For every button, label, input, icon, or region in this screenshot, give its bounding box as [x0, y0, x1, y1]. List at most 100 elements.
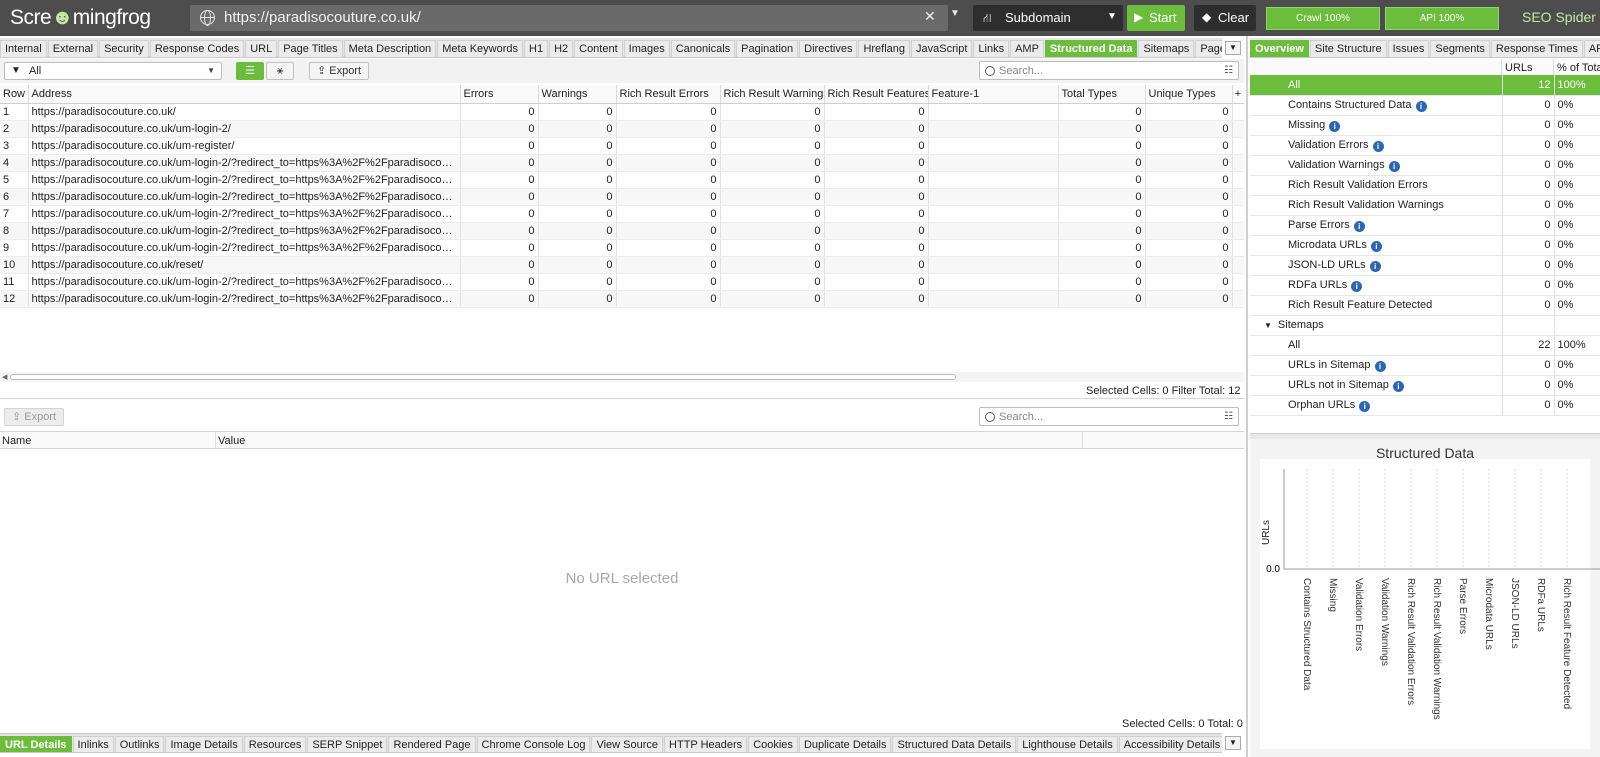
clear-url-icon[interactable]: ✕ — [924, 8, 936, 25]
bottom-tab-outlinks[interactable]: Outlinks — [114, 736, 165, 752]
cell-rrf[interactable]: 0 — [824, 188, 929, 206]
cell-errors[interactable]: 0 — [460, 171, 539, 189]
info-icon[interactable]: i — [1329, 120, 1341, 132]
cell-row[interactable]: 7 — [0, 205, 29, 223]
cell-f1[interactable] — [928, 188, 1059, 206]
col-warnings[interactable]: Warnings — [538, 85, 617, 104]
cell-f1[interactable] — [928, 171, 1059, 189]
cell-f1[interactable] — [928, 239, 1059, 257]
cell-warnings[interactable]: 0 — [538, 256, 617, 274]
url-input[interactable]: https://paradisocouture.co.uk/ ✕ ▼ — [190, 5, 960, 31]
overview-label-cell[interactable]: JSON-LD URLs i — [1250, 255, 1502, 276]
list-view-button[interactable]: ☰ — [236, 62, 264, 80]
cell-unique[interactable]: 0 — [1145, 171, 1233, 189]
overview-label-cell[interactable]: Orphan URLs i — [1250, 395, 1502, 416]
cell-address[interactable]: https://paradisocouture.co.uk/um-login-2… — [28, 205, 461, 223]
tab-meta-keywords[interactable]: Meta Keywords — [437, 40, 523, 57]
cell-rre[interactable]: 0 — [616, 137, 721, 155]
col-name[interactable]: Name — [2, 435, 31, 447]
table-row[interactable]: 3 https://paradisocouture.co.uk/um-regist… — [0, 137, 1244, 155]
overview-label-cell[interactable]: URLs not in Sitemap i — [1250, 375, 1502, 396]
cell-address[interactable]: https://paradisocouture.co.uk/um-login-2… — [28, 239, 461, 257]
cell-errors[interactable]: 0 — [460, 103, 539, 121]
cell-errors[interactable]: 0 — [460, 239, 539, 257]
cell-total[interactable]: 0 — [1058, 222, 1146, 240]
cell-warnings[interactable]: 0 — [538, 290, 617, 308]
overview-row[interactable]: All 22 100% — [1250, 335, 1600, 356]
table-row[interactable]: 11 https://paradisocouture.co.uk/um-login… — [0, 273, 1244, 291]
cell-row[interactable]: 1 — [0, 103, 29, 121]
cell-address[interactable]: https://paradisocouture.co.uk/um-login-2… — [28, 290, 461, 308]
overview-label-cell[interactable]: Parse Errors i — [1250, 215, 1502, 236]
cell-unique[interactable]: 0 — [1145, 137, 1233, 155]
overview-label-cell[interactable]: Rich Result Validation Errors — [1250, 175, 1502, 196]
info-icon[interactable]: i — [1388, 160, 1400, 172]
overview-row[interactable]: Rich Result Feature Detected 0 0% — [1250, 295, 1600, 316]
panel-splitter[interactable] — [1246, 36, 1248, 757]
cell-total[interactable]: 0 — [1058, 103, 1146, 121]
bottom-tab-url-details[interactable]: URL Details — [0, 736, 72, 752]
tab-external[interactable]: External — [47, 40, 99, 57]
col-errors[interactable]: Errors — [460, 85, 539, 104]
cell-rrf[interactable]: 0 — [824, 154, 929, 172]
info-icon[interactable]: i — [1353, 220, 1365, 232]
cell-f1[interactable] — [928, 256, 1059, 274]
search-input[interactable]: Search... ☷ — [979, 61, 1239, 80]
col-urls[interactable]: URLs — [1505, 62, 1533, 74]
overview-label-cell[interactable]: ▼ Sitemaps — [1250, 315, 1502, 336]
cell-row[interactable]: 8 — [0, 222, 29, 240]
cell-unique[interactable]: 0 — [1145, 273, 1233, 291]
cell-rrw[interactable]: 0 — [720, 137, 825, 155]
cell-rrw[interactable]: 0 — [720, 154, 825, 172]
cell-total[interactable]: 0 — [1058, 188, 1146, 206]
cell-unique[interactable]: 0 — [1145, 120, 1233, 138]
cell-total[interactable]: 0 — [1058, 154, 1146, 172]
cell-total[interactable]: 0 — [1058, 205, 1146, 223]
tab-page-titles[interactable]: Page Titles — [278, 40, 343, 57]
cell-address[interactable]: https://paradisocouture.co.uk/um-registe… — [28, 137, 461, 155]
bottom-tab-inlinks[interactable]: Inlinks — [72, 736, 114, 752]
cell-rre[interactable]: 0 — [616, 256, 721, 274]
overview-row[interactable]: JSON-LD URLs i 0 0% — [1250, 255, 1600, 276]
cell-unique[interactable]: 0 — [1145, 256, 1233, 274]
bottom-tab-view-source[interactable]: View Source — [591, 736, 664, 752]
tab-images[interactable]: Images — [623, 40, 670, 57]
cell-errors[interactable]: 0 — [460, 154, 539, 172]
url-text[interactable]: https://paradisocouture.co.uk/ — [224, 9, 421, 26]
overview-label-cell[interactable]: Validation Warnings i — [1250, 155, 1502, 176]
cell-unique[interactable]: 0 — [1145, 222, 1233, 240]
cell-row[interactable]: 3 — [0, 137, 29, 155]
overview-label-cell[interactable]: Rich Result Feature Detected — [1250, 295, 1502, 316]
info-icon[interactable]: i — [1370, 240, 1382, 252]
cell-unique[interactable]: 0 — [1145, 205, 1233, 223]
tab-amp[interactable]: AMP — [1010, 40, 1044, 57]
bottom-tab-duplicate-details[interactable]: Duplicate Details — [798, 736, 892, 752]
more-bottom-tabs-icon[interactable]: ▼ — [1225, 736, 1241, 750]
search-options-icon[interactable]: ☷ — [1224, 65, 1233, 76]
cell-address[interactable]: https://paradisocouture.co.uk/ — [28, 103, 461, 121]
cell-rrw[interactable]: 0 — [720, 222, 825, 240]
info-icon[interactable]: i — [1372, 140, 1384, 152]
cell-rrf[interactable]: 0 — [824, 103, 929, 121]
overview-label-cell[interactable]: Validation Errors i — [1250, 135, 1502, 156]
col-rich-result-warnings[interactable]: Rich Result Warnings — [720, 85, 825, 104]
overview-label-cell[interactable]: Rich Result Validation Warnings — [1250, 195, 1502, 216]
col-row[interactable]: Row — [0, 85, 29, 104]
overview-row[interactable]: Contains Structured Data i 0 0% — [1250, 95, 1600, 116]
collapse-icon[interactable]: ▼ — [1264, 321, 1272, 330]
more-tabs-icon[interactable]: ▼ — [1225, 41, 1241, 55]
cell-rrw[interactable]: 0 — [720, 239, 825, 257]
bottom-tab-image-details[interactable]: Image Details — [165, 736, 243, 752]
cell-row[interactable]: 2 — [0, 120, 29, 138]
filter-select[interactable]: ▼ All ▼ — [4, 62, 222, 80]
tab-content[interactable]: Content — [574, 40, 623, 57]
info-icon[interactable]: i — [1374, 360, 1386, 372]
crawl-mode-select[interactable]: ⛙ Subdomain ▼ — [973, 5, 1123, 31]
table-row[interactable]: 12 https://paradisocouture.co.uk/um-login… — [0, 290, 1244, 308]
add-column-icon[interactable]: + — [1232, 85, 1244, 104]
cell-rrf[interactable]: 0 — [824, 290, 929, 308]
cell-errors[interactable]: 0 — [460, 222, 539, 240]
table-row[interactable]: 5 https://paradisocouture.co.uk/um-login-… — [0, 171, 1244, 189]
cell-rre[interactable]: 0 — [616, 239, 721, 257]
cell-row[interactable]: 11 — [0, 273, 29, 291]
